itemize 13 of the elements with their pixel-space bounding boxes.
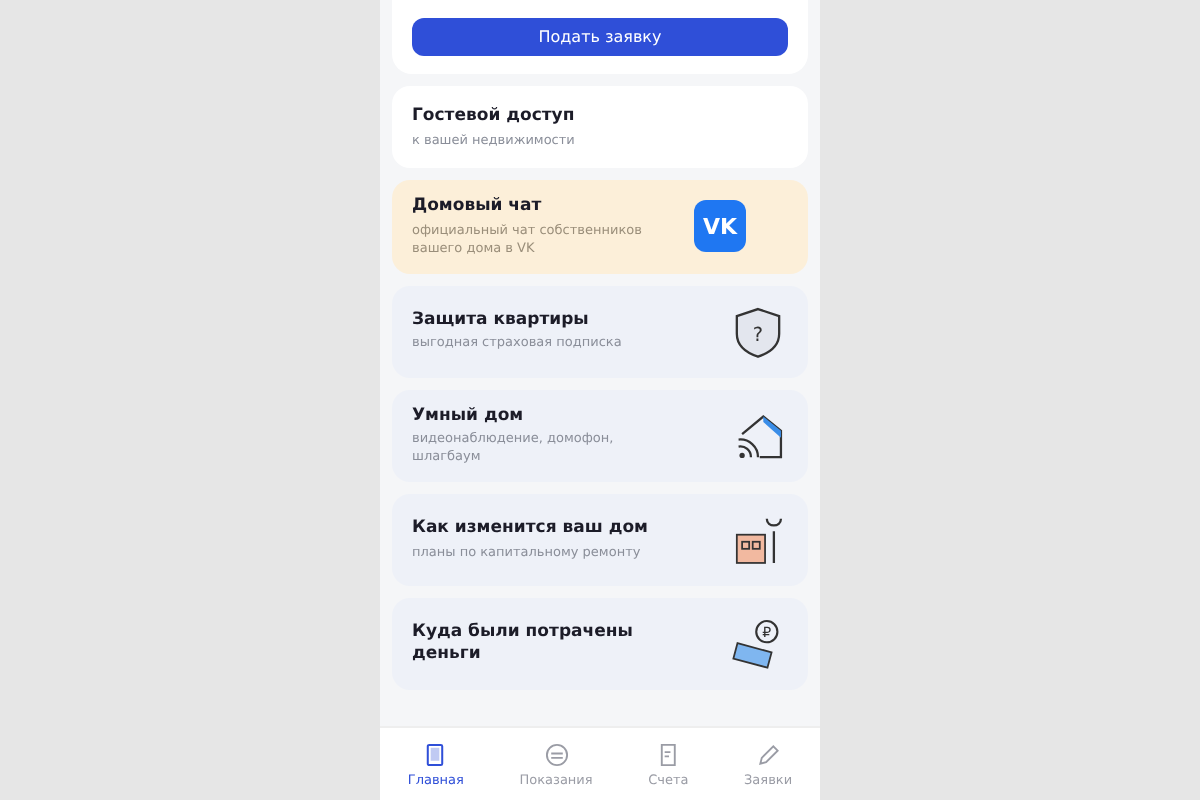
service-card[interactable]: Куда были потрачены деньги ₽ (392, 597, 808, 690)
card-title: Гостевой доступ (412, 106, 577, 128)
door-icon (422, 741, 449, 767)
submit-button[interactable]: Подать заявку (412, 18, 788, 56)
gauge-icon (543, 741, 570, 767)
pencil-icon (755, 741, 782, 767)
card-title: Как изменится ваш дом (412, 518, 650, 540)
receipt-icon (655, 741, 682, 767)
logo-icon: VK (694, 200, 746, 253)
card-title: Домовый чат (412, 196, 544, 219)
card-title: Куда были потрачены деньги (412, 622, 635, 665)
card-title: Защита квартиры (412, 309, 591, 331)
card-title: Умный дом (412, 405, 526, 427)
